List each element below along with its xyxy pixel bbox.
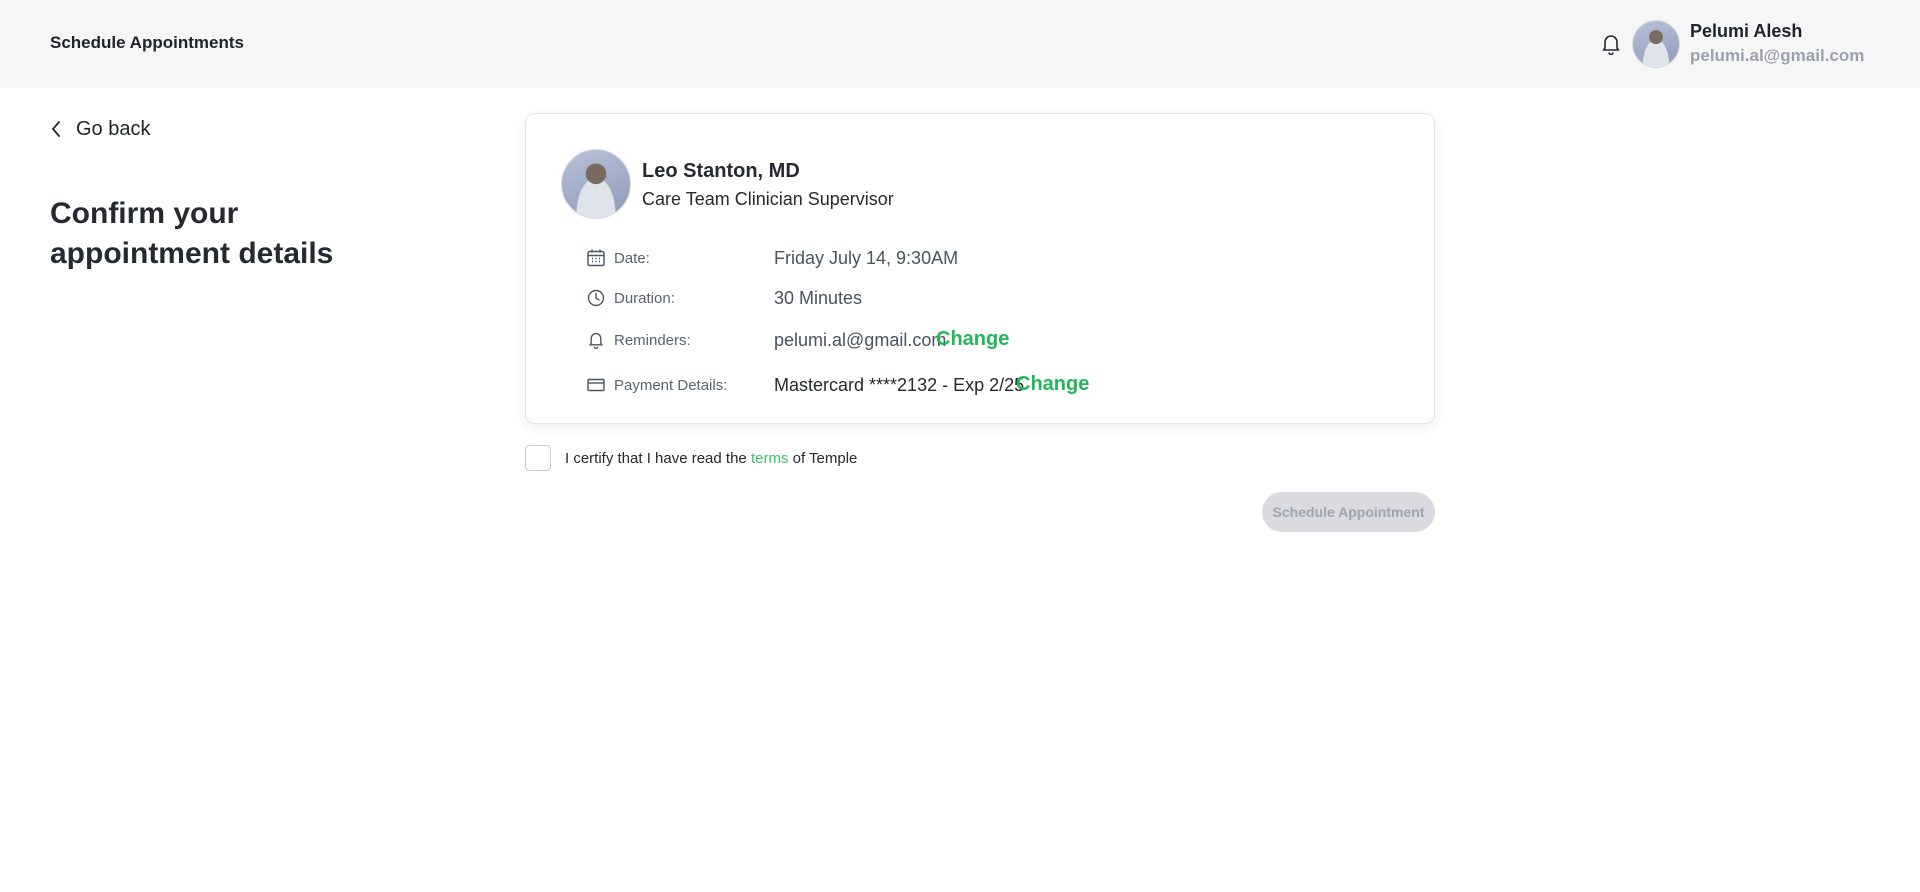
chevron-left-icon [52, 121, 60, 137]
user-avatar[interactable] [1632, 20, 1680, 68]
detail-row-reminders: Reminders: pelumi.al@gmail.com Change [586, 325, 1426, 355]
app-title: Schedule Appointments [50, 33, 244, 52]
doctor-role: Care Team Clinician Supervisor [642, 189, 894, 209]
go-back-label: Go back [76, 117, 151, 140]
user-name: Pelumi Alesh [1690, 21, 1803, 41]
top-header: Schedule Appointments Pelumi Alesh pelum… [0, 0, 1920, 88]
terms-certification: I certify that I have read the terms of … [525, 445, 857, 471]
credit-card-icon [586, 375, 606, 395]
clock-icon [586, 288, 606, 308]
user-email: pelumi.al@gmail.com [1690, 46, 1865, 65]
change-reminders-link[interactable]: Change [936, 328, 1009, 351]
certify-suffix: of Temple [788, 449, 858, 467]
duration-label: Duration: [614, 290, 675, 307]
certify-text: I certify that I have read the terms of … [565, 450, 857, 467]
detail-row-date: Date: Friday July 14, 9:30AM [586, 243, 1426, 273]
appointment-card: Leo Stanton, MD Care Team Clinician Supe… [525, 113, 1435, 424]
change-payment-link[interactable]: Change [1016, 373, 1089, 396]
reminders-value: pelumi.al@gmail.com [774, 330, 947, 350]
notifications-button[interactable] [1597, 30, 1625, 58]
bell-icon [586, 330, 606, 350]
doctor-avatar [561, 149, 631, 219]
date-label: Date: [614, 250, 650, 267]
detail-row-payment: Payment Details: Mastercard ****2132 - E… [586, 370, 1426, 400]
certify-checkbox[interactable] [525, 445, 551, 471]
page-title: Confirm your appointment details [50, 197, 334, 270]
go-back-link[interactable]: Go back [50, 114, 150, 144]
date-value: Friday July 14, 9:30AM [774, 248, 959, 268]
schedule-appointment-button[interactable]: Schedule Appointment [1262, 492, 1435, 532]
bell-icon [1602, 35, 1620, 55]
payment-label: Payment Details: [614, 377, 728, 394]
certify-prefix: I certify that I have read the [565, 449, 751, 467]
terms-link[interactable]: terms [751, 450, 789, 467]
doctor-name: Leo Stanton, MD [642, 160, 800, 182]
duration-value: 30 Minutes [774, 288, 863, 308]
calendar-icon [586, 248, 606, 268]
detail-row-duration: Duration: 30 Minutes [586, 283, 1426, 313]
payment-value: Mastercard ****2132 - Exp 2/25 [774, 375, 1025, 395]
reminders-label: Reminders: [614, 332, 691, 349]
